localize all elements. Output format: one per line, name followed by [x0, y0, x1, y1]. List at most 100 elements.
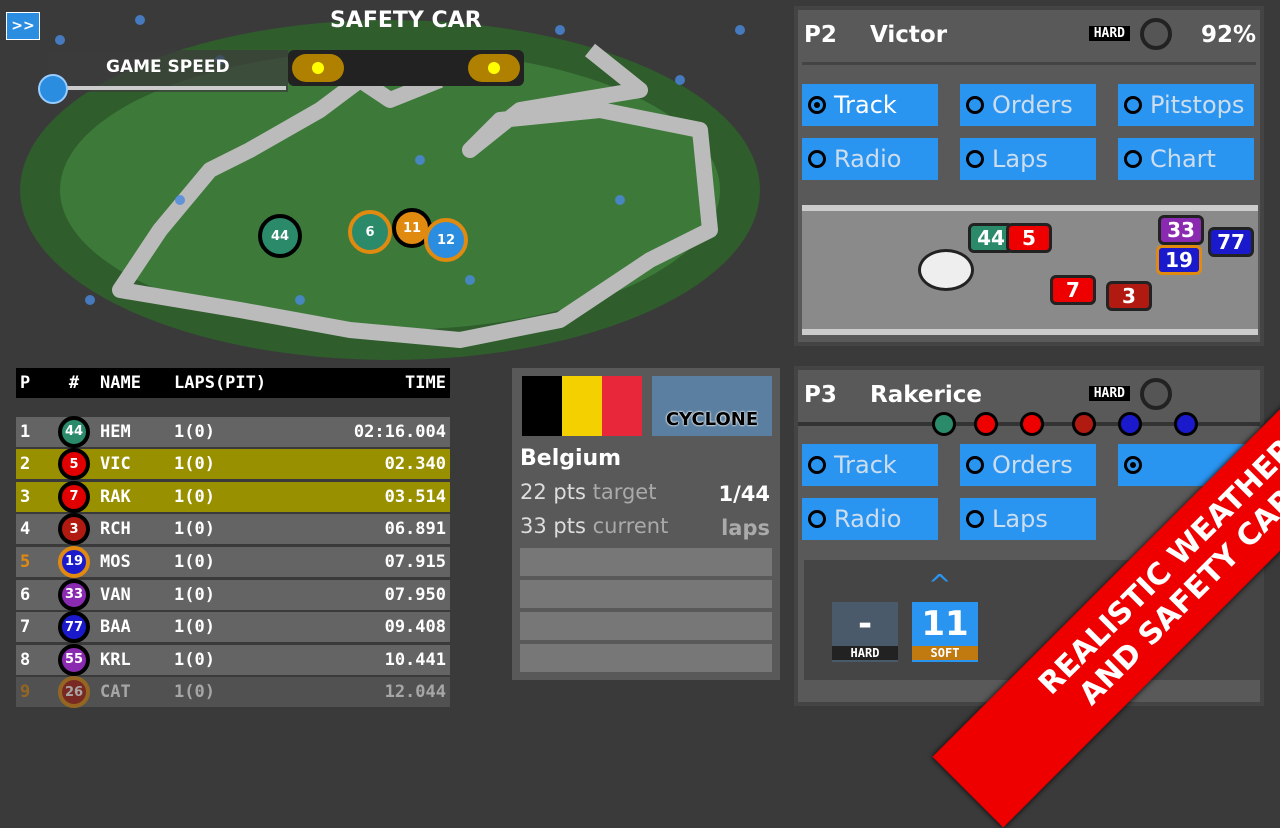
tab-label: Laps — [992, 145, 1048, 173]
row-num: 19 — [48, 545, 100, 578]
row-name: BAA — [100, 617, 131, 638]
info-slot — [520, 644, 772, 672]
tab-track[interactable]: Track — [802, 444, 938, 486]
car-number-badge: 7 — [58, 480, 90, 513]
car-number-badge: 33 — [58, 578, 90, 611]
row-num: 26 — [48, 676, 100, 709]
row-pos: 4 — [20, 519, 31, 540]
tab-label: Track — [834, 451, 897, 479]
tab-track[interactable]: Track — [802, 84, 938, 126]
row-num: 3 — [48, 513, 100, 546]
strip-car[interactable]: 33 — [1158, 215, 1204, 245]
tab-radio[interactable]: Radio — [802, 138, 938, 180]
row-pos: 9 — [20, 682, 31, 703]
row-name: MOS — [100, 551, 131, 572]
next-stint[interactable]: 11 SOFT — [912, 602, 978, 662]
slider-track — [66, 86, 286, 90]
strip-car[interactable]: 77 — [1208, 227, 1254, 257]
standings-row[interactable]: 5 19 MOS 1(0) 07.915 — [16, 545, 450, 578]
header-pos: P — [20, 373, 31, 393]
strip-car[interactable]: 3 — [1106, 281, 1152, 311]
row-laps: 1(0) — [174, 454, 215, 475]
game-speed-slider[interactable]: GAME SPEED — [38, 50, 288, 104]
row-time: 10.441 — [384, 649, 446, 670]
row-pos: 1 — [20, 421, 31, 442]
strip-car[interactable]: 7 — [1050, 275, 1096, 305]
radio-icon — [1124, 96, 1142, 114]
standings-row[interactable]: 1 44 HEM 1(0) 02:16.004 — [16, 415, 450, 448]
strip-car[interactable]: 19 — [1156, 245, 1202, 275]
tab-chart[interactable]: Chart — [1118, 138, 1254, 180]
current-stint[interactable]: - HARD — [832, 602, 898, 662]
tab-label: Track — [834, 91, 897, 119]
row-time: 09.408 — [384, 617, 446, 638]
row-num: 5 — [48, 448, 100, 481]
safety-car-label: SAFETY CAR — [330, 8, 482, 33]
row-time: 03.514 — [384, 486, 446, 507]
row-name: KRL — [100, 649, 131, 670]
row-time: 07.950 — [384, 584, 446, 605]
standings-row[interactable]: 9 26 CAT 1(0) 12.044 — [16, 676, 450, 709]
header-name: NAME — [100, 373, 141, 393]
current-pts-value: 33 pts — [520, 514, 586, 538]
radio-icon — [1124, 150, 1142, 168]
row-laps: 1(0) — [174, 421, 215, 442]
map-car-12[interactable]: 12 — [424, 218, 468, 262]
row-num: 44 — [48, 415, 100, 448]
standings-row[interactable]: 2 5 VIC 1(0) 02.340 — [16, 448, 450, 481]
radio-icon — [808, 510, 826, 528]
target-label: target — [592, 480, 657, 504]
tab-laps[interactable]: Laps — [960, 138, 1096, 180]
row-pos: 5 — [20, 551, 31, 572]
car-number-badge: 55 — [58, 643, 90, 676]
header-laps: LAPS(PIT) — [174, 373, 267, 393]
slider-handle[interactable] — [38, 74, 68, 104]
radio-icon — [966, 456, 984, 474]
car-number-badge: 19 — [58, 545, 90, 578]
row-pos: 6 — [20, 584, 31, 605]
lap-counter: 1/44 — [718, 482, 770, 506]
standings-table: P # NAME LAPS(PIT) TIME 1 44 HEM 1(0) 02:16.… — [16, 368, 450, 709]
car-number-badge: 44 — [58, 415, 90, 448]
row-name: CAT — [100, 682, 131, 703]
tab-orders[interactable]: Orders — [960, 444, 1096, 486]
strip-car[interactable]: 5 — [1006, 223, 1052, 253]
tyre-wheel-icon — [1140, 18, 1172, 50]
fast-forward-button[interactable]: >> — [6, 12, 40, 40]
track-map: >> SAFETY CAR GAME SPEED 44 6 11 12 — [0, 0, 790, 360]
row-laps: 1(0) — [174, 486, 215, 507]
row-laps: 1(0) — [174, 551, 215, 572]
header-time: TIME — [405, 373, 446, 393]
country-name: Belgium — [520, 446, 622, 471]
laps-label: laps — [721, 516, 770, 540]
driver-panel-p2: P2 Victor HARD 92% Track Orders Pitstops Ra… — [794, 6, 1264, 346]
track-position-strip: 44 5 7 3 33 19 77 — [802, 205, 1258, 335]
row-pos: 8 — [20, 649, 31, 670]
standings-row[interactable]: 8 55 KRL 1(0) 10.441 — [16, 643, 450, 676]
tab-laps[interactable]: Laps — [960, 498, 1096, 540]
row-name: VAN — [100, 584, 131, 605]
game-speed-label: GAME SPEED — [106, 57, 230, 77]
current-points: 33 pts current — [520, 514, 668, 538]
info-slot — [520, 548, 772, 576]
tab-orders[interactable]: Orders — [960, 84, 1096, 126]
row-pos: 7 — [20, 617, 31, 638]
tab-label: Radio — [834, 505, 902, 533]
row-name: VIC — [100, 454, 131, 475]
standings-row[interactable]: 3 7 RAK 1(0) 03.514 — [16, 480, 450, 513]
chevron-up-icon[interactable]: ^ — [928, 568, 951, 601]
row-name: RAK — [100, 486, 131, 507]
weather-cyclone-icon: CYCLONE — [652, 376, 772, 436]
radio-icon — [966, 150, 984, 168]
standings-row[interactable]: 6 33 VAN 1(0) 07.950 — [16, 578, 450, 611]
tab-pitstops[interactable]: Pitstops — [1118, 84, 1254, 126]
map-car-44[interactable]: 44 — [258, 214, 302, 258]
standings-row[interactable]: 4 3 RCH 1(0) 06.891 — [16, 513, 450, 546]
map-car-6[interactable]: 6 — [348, 210, 392, 254]
car-number-badge: 26 — [58, 676, 90, 709]
tab-radio[interactable]: Radio — [802, 498, 938, 540]
radio-icon — [808, 96, 826, 114]
standings-row[interactable]: 7 77 BAA 1(0) 09.408 — [16, 611, 450, 644]
row-num: 77 — [48, 611, 100, 644]
standings-header: P # NAME LAPS(PIT) TIME — [16, 368, 450, 398]
